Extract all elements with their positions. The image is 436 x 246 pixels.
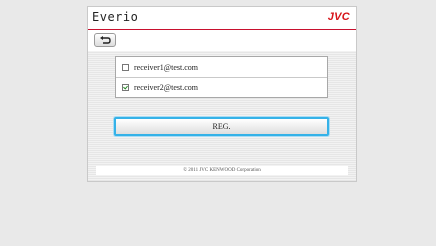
app-panel: Everio JVC receiver1@test.com receiver2@… — [87, 6, 357, 182]
header-divider — [88, 29, 356, 30]
content-area: receiver1@test.com receiver2@test.com RE… — [88, 51, 356, 181]
recipient-email: receiver2@test.com — [134, 82, 199, 92]
checkbox-unchecked[interactable] — [122, 63, 129, 71]
checkbox-checked[interactable] — [122, 83, 129, 91]
recipient-list: receiver1@test.com receiver2@test.com — [115, 56, 328, 98]
recipient-email: receiver1@test.com — [134, 62, 199, 72]
header: Everio JVC — [88, 7, 356, 29]
back-button[interactable] — [94, 33, 116, 47]
list-item[interactable]: receiver2@test.com — [116, 77, 327, 97]
list-item[interactable]: receiver1@test.com — [116, 57, 327, 78]
brand-everio: Everio — [92, 10, 139, 24]
reg-button[interactable]: REG. — [114, 117, 329, 136]
brand-jvc-logo: JVC — [327, 11, 350, 23]
footer-copyright: © 2011 JVC KENWOOD Corporation — [96, 166, 348, 175]
back-arrow-icon — [100, 36, 111, 44]
